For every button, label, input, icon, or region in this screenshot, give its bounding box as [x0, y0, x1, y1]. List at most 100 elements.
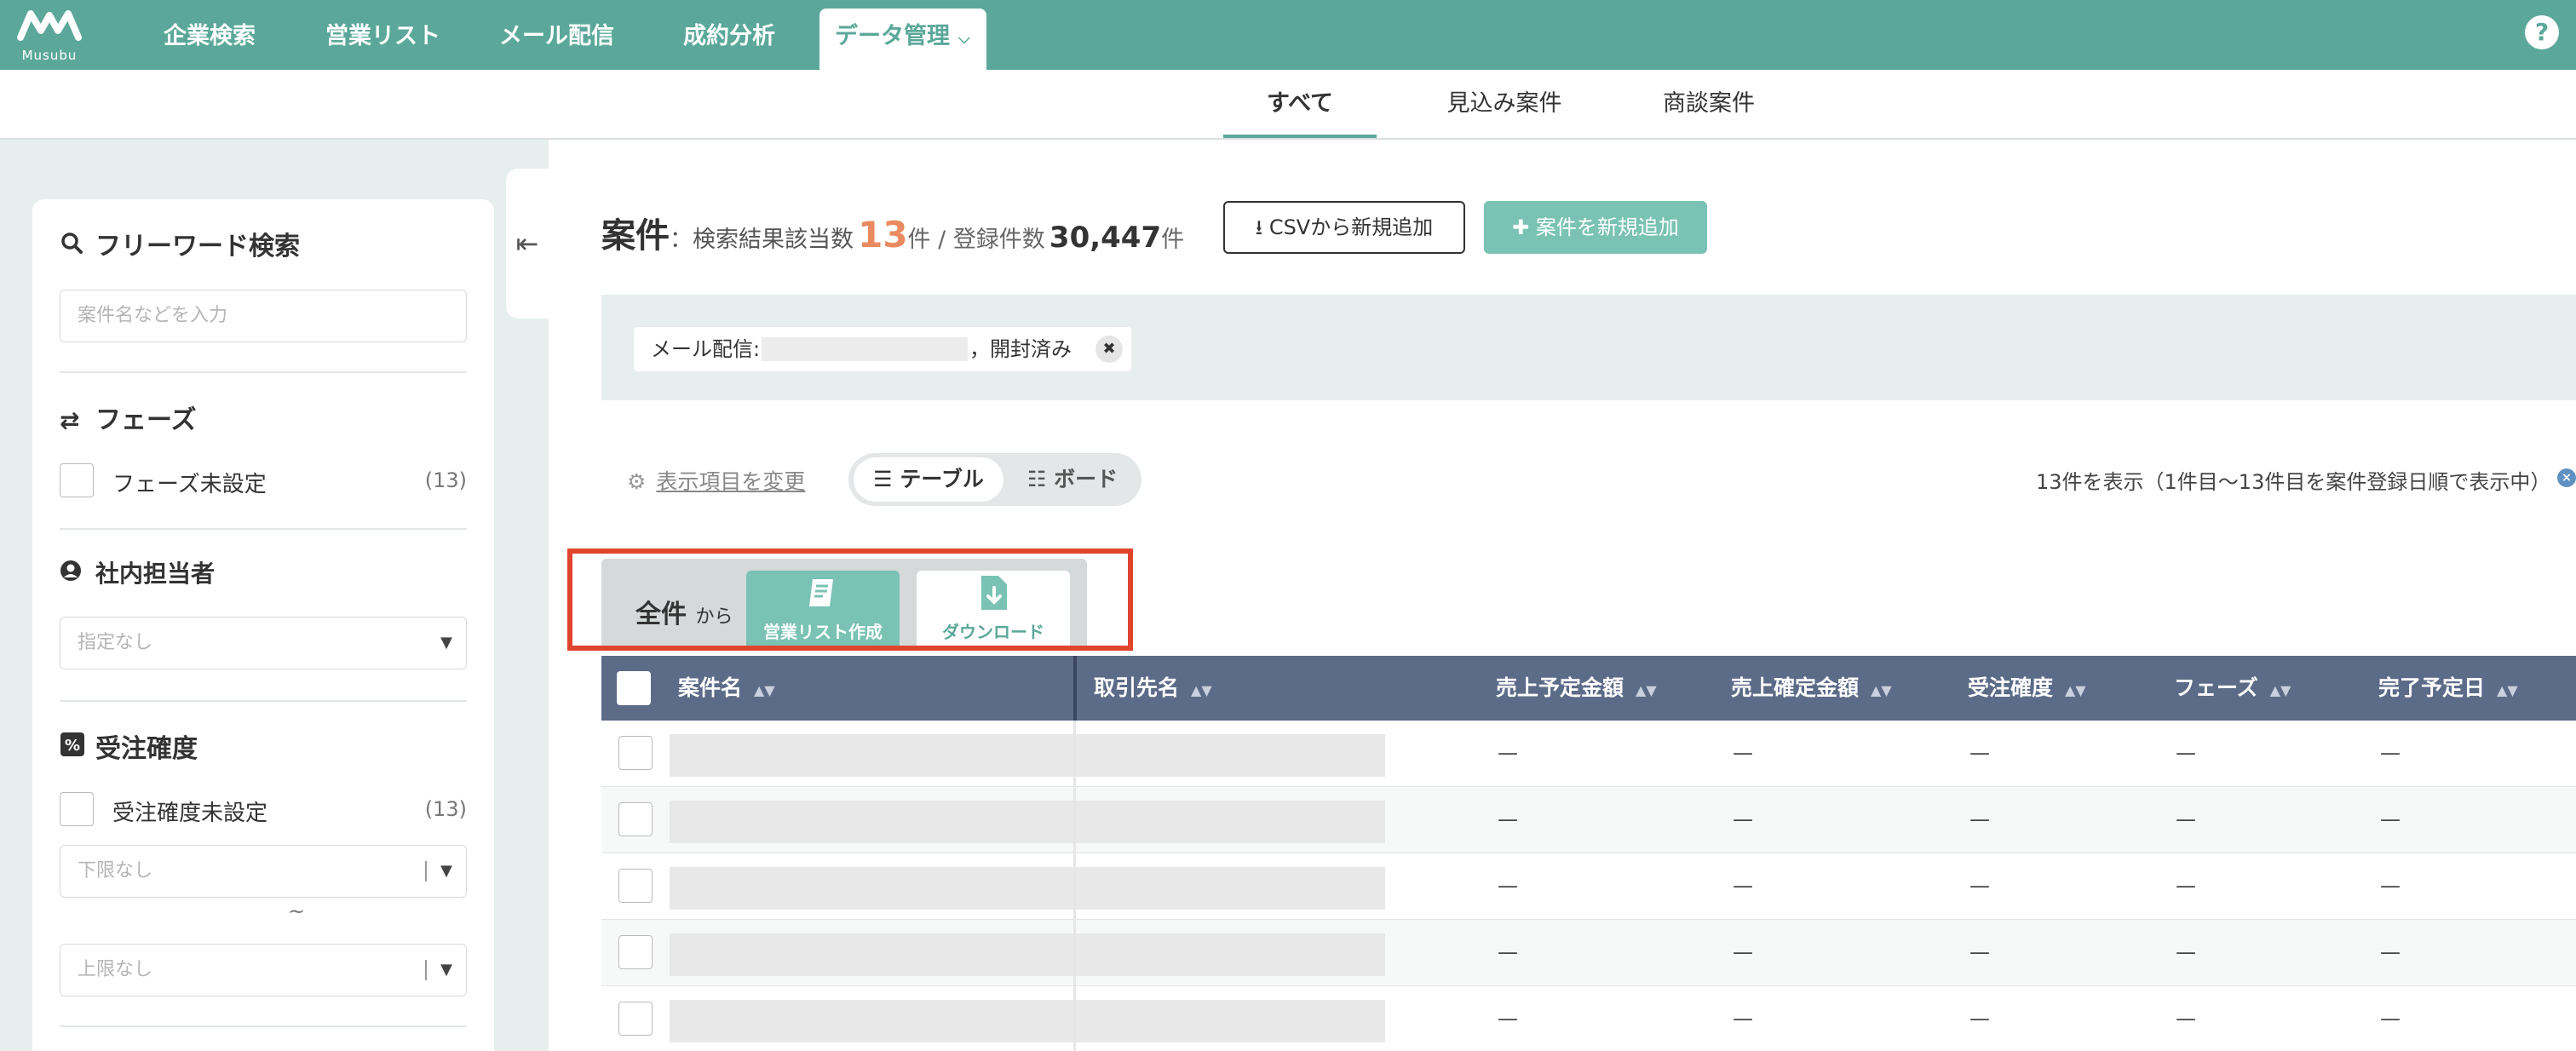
- result-unit: 件: [907, 227, 931, 253]
- probability-unset-label: 受注確度未設定: [112, 801, 268, 826]
- column-label: 完了予定日: [2378, 675, 2486, 700]
- row-checkbox[interactable]: [618, 1002, 653, 1036]
- phase-unset-label: フェーズ未設定: [112, 472, 267, 497]
- sidebar-collapse-button[interactable]: ⇤: [506, 169, 549, 319]
- column-label: 受注確度: [1968, 675, 2054, 700]
- sort-icon: ▲▼: [754, 682, 775, 698]
- owner-select[interactable]: 指定なし ▼: [60, 617, 467, 669]
- owner-select-value: 指定なし: [78, 632, 153, 653]
- column-header-planned-sales[interactable]: 売上予定金額 ▲▼: [1496, 656, 1657, 721]
- column-header-due-date[interactable]: 完了予定日 ▲▼: [2378, 656, 2518, 721]
- cell-planned-sales: —: [1498, 940, 1518, 964]
- redacted-text: [670, 801, 1385, 843]
- filter-chip-mail: メール配信: ，開封済み ✖: [634, 327, 1131, 371]
- add-case-button[interactable]: ✚ 案件を新規追加: [1484, 201, 1707, 254]
- logo[interactable]: Musubu: [15, 7, 83, 63]
- percent-icon: %: [60, 732, 87, 763]
- table-header: 案件名 ▲▼ 取引先名 ▲▼ 売上予定金額 ▲▼ 売上確定金額 ▲▼ 受注確度 ▲▼ フェ…: [601, 656, 2576, 721]
- column-label: 案件名: [678, 675, 743, 700]
- column-settings[interactable]: ⚙ 表示項目を変更: [627, 465, 805, 496]
- cell-probability: —: [1969, 741, 1990, 765]
- column-header-case-name[interactable]: 案件名 ▲▼: [678, 656, 775, 721]
- probability-title: % 受注確度: [60, 727, 198, 765]
- probability-unset-option[interactable]: 受注確度未設定 (13): [60, 792, 467, 828]
- row-checkbox[interactable]: [618, 869, 653, 903]
- swap-arrows-icon: ⇄: [60, 406, 80, 434]
- sort-icon: ▲▼: [1636, 682, 1657, 698]
- filter-sidebar: フリーワード検索 案件名などを入力 ⇄ フェーズ フェーズ未設定 (13) 社内担…: [32, 199, 494, 1051]
- column-header-probability[interactable]: 受注確度 ▲▼: [1968, 656, 2086, 721]
- table-row[interactable]: — — — — —: [601, 853, 2576, 920]
- phase-unset-checkbox[interactable]: [60, 463, 94, 497]
- table-view-button[interactable]: ☰ テーブル: [854, 457, 1003, 502]
- cell-probability: —: [1969, 1007, 1990, 1031]
- probability-lower-value: 下限なし: [78, 860, 153, 882]
- row-checkbox[interactable]: [618, 935, 653, 969]
- table-row[interactable]: — — — — —: [601, 920, 2576, 986]
- cell-confirmed-sales: —: [1733, 807, 1753, 831]
- cell-planned-sales: —: [1498, 874, 1518, 898]
- row-checkbox[interactable]: [618, 736, 653, 770]
- cell-phase: —: [2176, 940, 2196, 964]
- nav-data-management[interactable]: データ管理 ⌵: [819, 9, 986, 70]
- frozen-column-divider: [1073, 721, 1076, 787]
- filter-chip-prefix: メール配信:: [651, 337, 761, 361]
- probability-upper-select[interactable]: 上限なし ▼: [60, 944, 467, 996]
- frozen-column-divider: [1073, 853, 1076, 920]
- add-case-button-label: 案件を新規追加: [1535, 215, 1679, 239]
- probability-upper-value: 上限なし: [78, 959, 153, 980]
- phase-title: ⇄ フェーズ: [60, 399, 197, 436]
- cell-confirmed-sales: —: [1733, 741, 1753, 765]
- probability-unset-checkbox[interactable]: [60, 792, 94, 826]
- page-title: 案件: [601, 216, 670, 256]
- select-separator: [425, 861, 427, 882]
- sub-navigation: すべて 見込み案件 商談案件: [0, 70, 2576, 140]
- user-circle-icon: [60, 560, 87, 588]
- nav-company-search[interactable]: 企業検索: [164, 0, 256, 70]
- active-filters: メール配信: ，開封済み ✖: [601, 295, 2576, 400]
- nav-mail-delivery[interactable]: メール配信: [499, 0, 614, 70]
- close-icon[interactable]: ✖: [1095, 336, 1123, 363]
- close-icon[interactable]: ×: [2557, 468, 2576, 487]
- tab-all[interactable]: すべて: [1223, 70, 1377, 138]
- board-view-label: ボード: [1054, 467, 1118, 491]
- board-view-button[interactable]: ☷ ボード: [1009, 457, 1136, 502]
- result-count: 13: [858, 214, 908, 256]
- table-row[interactable]: — — — — —: [601, 721, 2576, 787]
- csv-add-button[interactable]: ⭳ CSVから新規追加: [1223, 201, 1465, 254]
- csv-add-button-label: CSVから新規追加: [1268, 215, 1434, 239]
- divider: [60, 700, 467, 702]
- phase-unset-option[interactable]: フェーズ未設定 (13): [60, 463, 467, 499]
- sort-icon: ▲▼: [1191, 682, 1212, 698]
- table-row[interactable]: — — — — —: [601, 787, 2576, 853]
- sort-icon: ▲▼: [2497, 682, 2518, 698]
- plus-icon: ✚: [1512, 215, 1530, 239]
- column-header-client-name[interactable]: 取引先名 ▲▼: [1094, 656, 1212, 721]
- table-row[interactable]: — — — — —: [601, 986, 2576, 1051]
- freeword-title-text: フリーワード検索: [95, 232, 300, 261]
- column-header-confirmed-sales[interactable]: 売上確定金額 ▲▼: [1731, 656, 1892, 721]
- probability-title-text: 受注確度: [95, 734, 198, 764]
- cell-confirmed-sales: —: [1733, 940, 1753, 964]
- column-settings-link[interactable]: 表示項目を変更: [656, 469, 805, 494]
- cell-due-date: —: [2380, 741, 2401, 765]
- nav-sales-list[interactable]: 営業リスト: [325, 0, 440, 70]
- cell-due-date: —: [2380, 940, 2401, 964]
- logo-icon: [17, 10, 82, 41]
- row-checkbox[interactable]: [618, 802, 653, 836]
- freeword-input[interactable]: 案件名などを入力: [60, 290, 467, 342]
- result-summary: 13件を表示（1件目〜13件目を案件登録日順で表示中）: [2036, 470, 2551, 494]
- help-icon[interactable]: ?: [2525, 15, 2559, 49]
- column-label: 売上予定金額: [1496, 675, 1624, 700]
- probability-lower-select[interactable]: 下限なし ▼: [60, 845, 467, 898]
- column-header-phase[interactable]: フェーズ ▲▼: [2174, 656, 2291, 721]
- frozen-column-divider: [1073, 787, 1076, 853]
- owner-title: 社内担当者: [60, 555, 215, 589]
- gear-icon: ⚙: [627, 469, 647, 494]
- tab-negotiations[interactable]: 商談案件: [1632, 70, 1785, 138]
- tab-prospects[interactable]: 見込み案件: [1428, 70, 1581, 138]
- select-all-checkbox[interactable]: [617, 671, 651, 705]
- filter-chip-suffix: ，開封済み: [969, 337, 1072, 361]
- frozen-column-divider: [1073, 656, 1077, 721]
- nav-deal-analysis[interactable]: 成約分析: [683, 0, 775, 70]
